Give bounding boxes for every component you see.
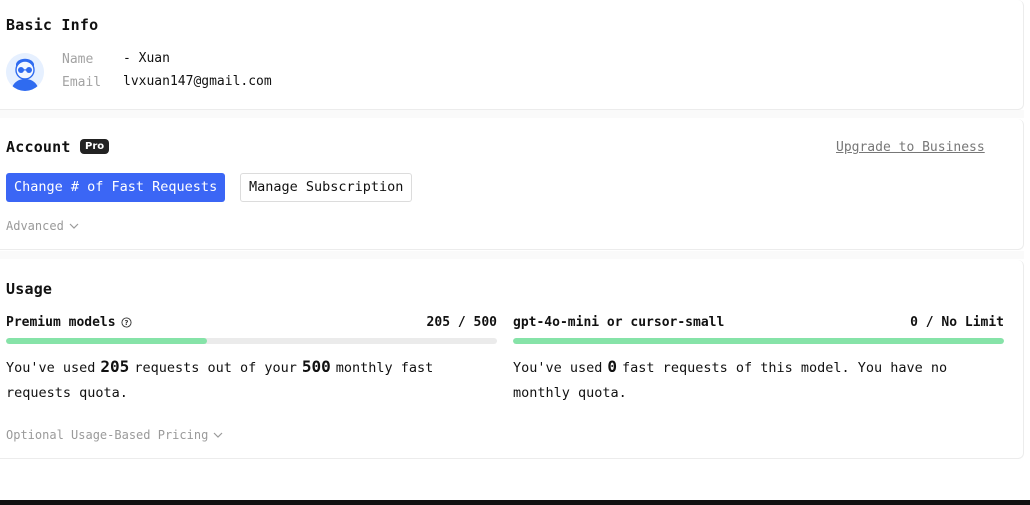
premium-desc-middle: requests out of your — [134, 360, 297, 376]
premium-usage-description: You've used 205 requests out of your 500 mon… — [6, 354, 496, 406]
plan-badge: Pro — [80, 139, 110, 154]
usage-section: Usage Premium models ? 205 / 500 You've … — [0, 260, 1024, 459]
premium-models-name: Premium models — [6, 315, 116, 330]
help-circle-icon[interactable]: ? — [121, 317, 132, 328]
chevron-down-icon — [213, 432, 223, 438]
premium-progress-fill — [6, 338, 208, 344]
email-value: lvxuan147@gmail.com — [123, 74, 272, 89]
optional-usage-pricing-label: Optional Usage-Based Pricing — [6, 428, 209, 442]
avatar-illustration-icon — [6, 53, 44, 91]
small-usage-count: 0 / No Limit — [910, 315, 1004, 330]
optional-usage-pricing-toggle[interactable]: Optional Usage-Based Pricing — [6, 428, 223, 442]
section-divider — [0, 110, 1024, 118]
small-models-label: gpt-4o-mini or cursor-small — [513, 315, 724, 330]
small-usage-description: You've used 0 fast requests of this model.… — [513, 354, 1003, 406]
name-label: Name — [62, 52, 94, 67]
premium-used-number: 205 — [100, 357, 130, 376]
usage-title: Usage — [6, 280, 53, 298]
small-desc-prefix: You've used — [513, 360, 603, 376]
advanced-label: Advanced — [6, 219, 64, 233]
manage-subscription-button[interactable]: Manage Subscription — [240, 173, 413, 202]
small-used-number: 0 — [607, 357, 618, 376]
basic-info-title: Basic Info — [6, 16, 99, 34]
premium-models-label: Premium models ? — [6, 315, 132, 330]
premium-progress-bar — [6, 338, 497, 344]
small-progress-bar — [513, 338, 1004, 344]
premium-usage-count: 205 / 500 — [426, 315, 497, 330]
basic-info-section: Basic Info Name - Xuan Email lvxuan147@g… — [0, 0, 1024, 110]
premium-desc-prefix: You've used — [6, 360, 96, 376]
premium-limit-number: 500 — [301, 357, 331, 376]
email-label: Email — [62, 75, 102, 90]
account-section: Account Pro Upgrade to Business Change #… — [0, 119, 1024, 250]
advanced-toggle[interactable]: Advanced — [6, 219, 79, 233]
small-progress-fill — [513, 338, 1004, 344]
account-title: Account — [6, 138, 71, 156]
small-models-name: gpt-4o-mini or cursor-small — [513, 315, 725, 330]
svg-text:?: ? — [124, 319, 128, 327]
name-value: - Xuan — [123, 51, 170, 66]
bottom-border — [0, 500, 1030, 505]
chevron-down-icon — [69, 223, 79, 229]
change-fast-requests-button[interactable]: Change # of Fast Requests — [6, 173, 226, 202]
section-divider — [0, 251, 1024, 259]
upgrade-to-business-link[interactable]: Upgrade to Business — [836, 140, 985, 155]
avatar — [6, 53, 44, 91]
